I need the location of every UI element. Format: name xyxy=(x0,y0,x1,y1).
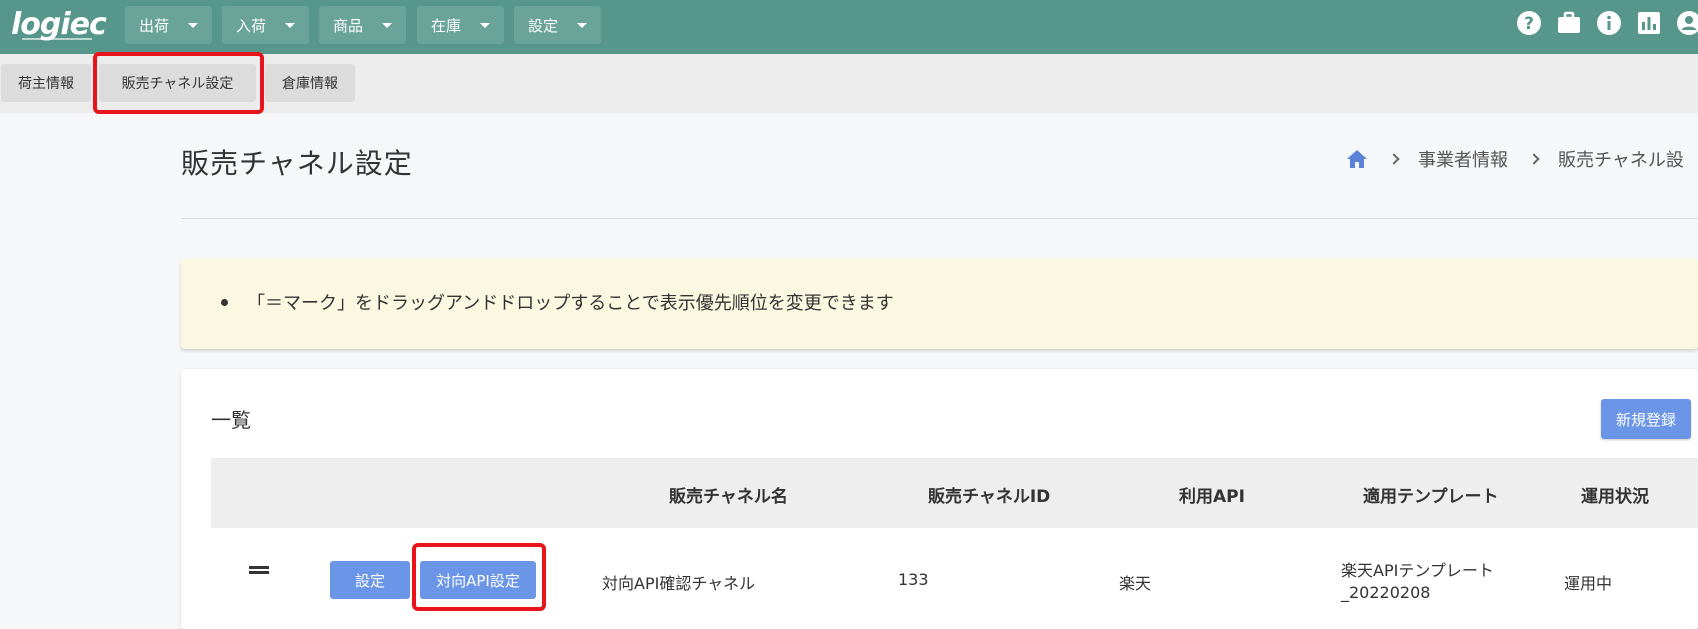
list-card: 一覧 新規登録 販売チャネル名 販売チャネルID 利用API 適用テンプレート … xyxy=(181,369,1698,629)
chevron-down-icon xyxy=(577,23,587,28)
drag-handle-icon[interactable] xyxy=(249,566,269,574)
menu-shipping-label: 出荷 xyxy=(139,16,170,35)
new-register-button[interactable]: 新規登録 xyxy=(1601,399,1691,439)
cell-status: 運用中 xyxy=(1564,574,1613,593)
menu-receiving[interactable]: 入荷 xyxy=(222,6,309,44)
menu-receiving-label: 入荷 xyxy=(236,16,267,35)
cell-api: 楽天 xyxy=(1119,574,1152,593)
menu-inventory-label: 在庫 xyxy=(431,16,462,35)
chart-icon[interactable] xyxy=(1636,10,1662,36)
chevron-down-icon xyxy=(285,23,295,28)
tab-warehouse-info[interactable]: 倉庫情報 xyxy=(265,64,355,102)
chevron-down-icon xyxy=(480,23,490,28)
logo-underline xyxy=(22,38,92,40)
menu-products[interactable]: 商品 xyxy=(319,6,406,44)
help-icon[interactable]: ? xyxy=(1516,10,1542,36)
tab-shipper-info-label: 荷主情報 xyxy=(18,76,74,92)
page-title: 販売チャネル設定 xyxy=(181,147,413,180)
column-header-channel-name: 販売チャネル名 xyxy=(669,487,788,507)
bullet-icon xyxy=(221,299,228,306)
table-header: 販売チャネル名 販売チャネルID 利用API 適用テンプレート 運用状況 xyxy=(211,458,1698,528)
breadcrumb-current: 販売チャネル設 xyxy=(1558,150,1684,171)
cell-template-line2: _20220208 xyxy=(1341,583,1431,602)
menu-settings-label: 設定 xyxy=(528,16,559,35)
menu-products-label: 商品 xyxy=(333,16,364,35)
top-navbar: logiec 出荷 入荷 商品 在庫 設定 ? xyxy=(0,0,1698,54)
breadcrumb: 事業者情報 販売チャネル設 xyxy=(1346,146,1684,172)
cell-template-line1: 楽天APIテンプレート xyxy=(1341,561,1494,580)
cell-channel-name: 対向API確認チャネル xyxy=(602,574,756,593)
chevron-down-icon xyxy=(188,23,198,28)
settings-button[interactable]: 設定 xyxy=(330,561,410,599)
logo[interactable]: logiec xyxy=(11,10,107,40)
highlight-box xyxy=(93,52,264,114)
user-icon[interactable] xyxy=(1676,10,1698,36)
breadcrumb-item[interactable]: 事業者情報 xyxy=(1418,146,1508,172)
menu-shipping[interactable]: 出荷 xyxy=(125,6,212,44)
notice-box: 「＝マーク」をドラッグアンドドロップすることで表示優先順位を変更できます xyxy=(181,259,1698,349)
column-header-channel-id: 販売チャネルID xyxy=(928,487,1051,507)
highlight-box xyxy=(412,543,546,611)
list-title: 一覧 xyxy=(211,408,251,432)
chevron-down-icon xyxy=(382,23,392,28)
svg-text:?: ? xyxy=(1524,14,1534,34)
menu-inventory[interactable]: 在庫 xyxy=(417,6,504,44)
column-header-template: 適用テンプレート xyxy=(1363,487,1499,507)
chevron-right-icon xyxy=(1528,153,1540,165)
home-icon[interactable] xyxy=(1346,149,1368,169)
cell-channel-id: 133 xyxy=(898,570,929,589)
column-header-api: 利用API xyxy=(1179,487,1245,507)
column-header-status: 運用状況 xyxy=(1581,487,1649,507)
tab-shipper-info[interactable]: 荷主情報 xyxy=(1,64,91,102)
briefcase-icon[interactable] xyxy=(1556,10,1582,36)
divider xyxy=(181,218,1698,219)
info-icon[interactable] xyxy=(1596,10,1622,36)
notice-text: 「＝マーク」をドラッグアンドドロップすることで表示優先順位を変更できます xyxy=(247,293,894,314)
chevron-right-icon xyxy=(1388,153,1400,165)
menu-settings[interactable]: 設定 xyxy=(514,6,601,44)
tab-warehouse-info-label: 倉庫情報 xyxy=(282,76,338,92)
